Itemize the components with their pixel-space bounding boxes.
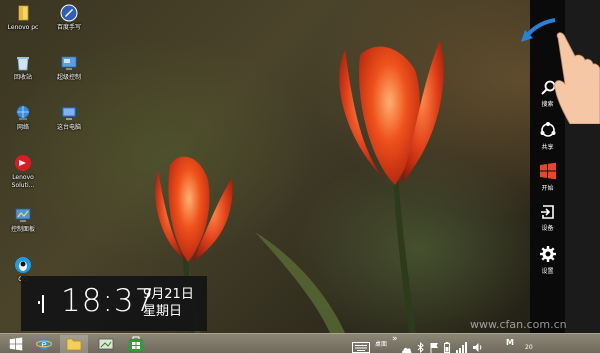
charm-settings-label: 设置 — [541, 268, 554, 275]
store-icon — [129, 336, 143, 351]
desktop-icon-label: 百度手写 — [56, 24, 81, 31]
charm-devices-label: 设备 — [541, 225, 554, 232]
taskbar-clock[interactable]: 20 — [525, 344, 533, 351]
taskbar-internet-explorer[interactable]: e — [30, 335, 58, 353]
internet-explorer-icon: e — [36, 338, 52, 350]
desktop-icon-lenovo-solutions[interactable]: Lenovo Soluti... — [0, 154, 46, 190]
charm-start[interactable]: 开始 — [530, 162, 565, 192]
start-button[interactable] — [2, 335, 30, 353]
swipe-arrow-icon — [525, 18, 556, 38]
lenovo-solutions-icon — [14, 154, 32, 172]
volume-icon[interactable] — [472, 338, 483, 353]
recycle-bin-icon — [14, 54, 32, 72]
desktop-icon-label: 超级控制 — [56, 74, 81, 81]
taskbar-app-3[interactable] — [92, 335, 120, 353]
input-method-indicator[interactable]: M — [506, 338, 514, 347]
devices-icon — [540, 205, 554, 219]
charm-share[interactable]: 共享 — [530, 121, 565, 151]
charm-devices[interactable]: 设备 — [530, 204, 565, 232]
control-panel-icon — [14, 206, 32, 224]
charm-share-label: 共享 — [541, 144, 554, 151]
folder-icon — [14, 4, 32, 22]
clock-time: 18:37 — [61, 283, 156, 319]
lock-clock-panel: 18:37 9月21日 星期日 — [21, 276, 207, 331]
windows-logo-icon — [9, 337, 23, 351]
desktop-icon-lenovo-pc[interactable]: Lenovo pc — [0, 4, 46, 32]
desktop-icon-label: 回收站 — [13, 74, 32, 81]
desktop-icon-control-panel[interactable]: 控制面板 — [0, 206, 46, 234]
desktop-icon-label: 网络 — [16, 124, 29, 131]
swipe-gesture-illustration — [521, 18, 600, 124]
handwriting-app-icon — [60, 4, 78, 22]
network-icon — [14, 104, 32, 122]
action-center-flag-icon[interactable] — [430, 338, 439, 353]
taskbar-file-explorer[interactable] — [60, 335, 88, 353]
windows-logo-icon — [539, 162, 556, 180]
desktop-icon-label: Lenovo pc — [7, 24, 39, 31]
cloud-icon[interactable] — [401, 339, 412, 353]
desktop-icon-super-control[interactable]: 超级控制 — [46, 54, 92, 82]
gear-icon — [539, 246, 556, 262]
network-signal-icon[interactable] — [456, 338, 468, 353]
desktop-icon-recycle-bin[interactable]: 回收站 — [0, 54, 46, 82]
toolbar-overflow[interactable]: » — [392, 334, 398, 344]
desktop-icon-label: Lenovo Soluti... — [11, 174, 35, 189]
charm-start-label: 开始 — [541, 185, 554, 192]
folder-icon — [66, 338, 82, 351]
desktop-icon-baidu-handwriting[interactable]: 百度手写 — [46, 4, 92, 32]
hand-pointer-icon — [554, 32, 600, 124]
clock-date: 9月21日 — [143, 287, 194, 302]
bluetooth-icon[interactable] — [417, 338, 424, 353]
control-panel-icon — [60, 54, 78, 72]
taskbar: e 桌面 » M 20 — [0, 333, 600, 353]
site-watermark: www.cfan.com.cn — [470, 318, 567, 331]
keyboard-icon[interactable] — [352, 338, 370, 353]
signal-strength-icon — [37, 295, 45, 317]
desktop-icon-label: 这台电脑 — [56, 124, 81, 131]
desktop-icon-network[interactable]: 网络 — [0, 104, 46, 132]
image-viewer-icon — [98, 338, 114, 350]
desktop-toolbar-label[interactable]: 桌面 — [375, 339, 387, 348]
clock-weekday: 星期日 — [143, 304, 183, 319]
taskbar-store[interactable] — [122, 335, 150, 353]
desktop-icon-this-pc[interactable]: 这台电脑 — [46, 104, 92, 132]
this-pc-icon — [60, 104, 78, 122]
battery-icon[interactable] — [444, 338, 450, 353]
charm-settings[interactable]: 设置 — [530, 245, 565, 275]
desktop-icon-label: 控制面板 — [10, 226, 35, 233]
qq-icon — [14, 256, 32, 274]
